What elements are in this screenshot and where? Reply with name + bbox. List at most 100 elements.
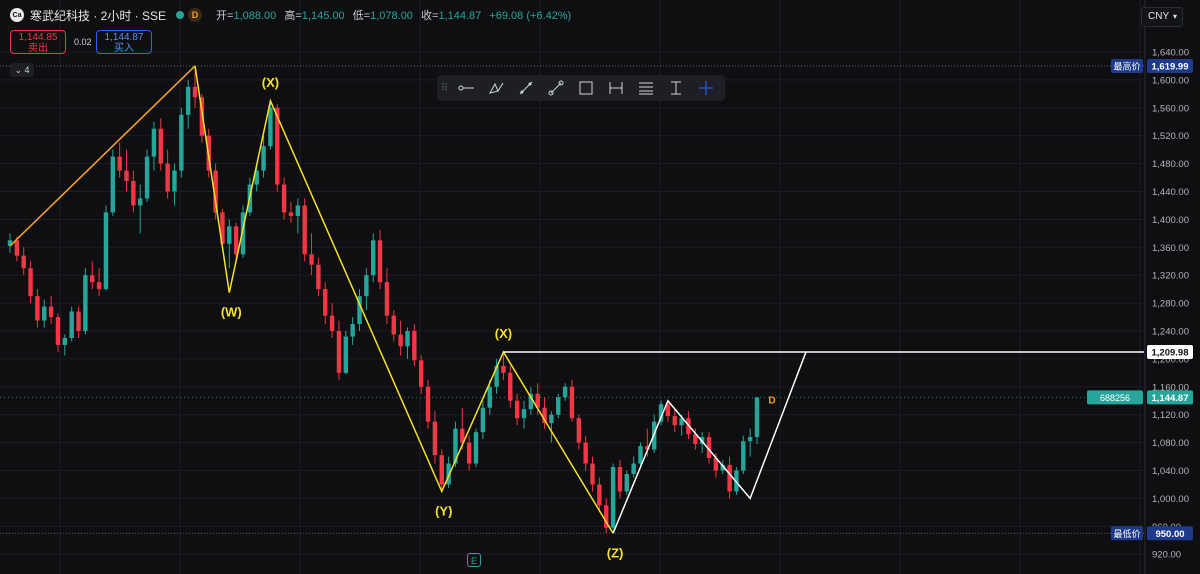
candle-body xyxy=(179,114,184,171)
trend-line-icon[interactable] xyxy=(511,75,541,101)
candle-body xyxy=(110,156,115,213)
ohlc-readout: 开=1,088.00 高=1,145.00 低=1,078.00 收=1,144… xyxy=(216,7,576,23)
candle-body xyxy=(295,205,301,216)
y-tick-label: 920.00 xyxy=(1152,550,1181,561)
candle-body xyxy=(521,409,527,419)
change-value: +69.08 (+6.42%) xyxy=(489,10,572,22)
candle-body xyxy=(48,306,54,318)
candle-body xyxy=(727,464,732,492)
wave-label: (X) xyxy=(495,326,512,341)
candle-body xyxy=(638,446,643,464)
candle-body xyxy=(103,212,109,290)
wave-label: (Y) xyxy=(435,503,452,518)
data-badge[interactable]: D xyxy=(188,8,203,22)
candle-body xyxy=(487,386,492,408)
candle-body xyxy=(364,275,369,297)
fib-retracement-icon[interactable] xyxy=(631,75,661,101)
price-range-icon[interactable] xyxy=(661,75,691,101)
candle-body xyxy=(90,275,95,283)
chevron-down-icon: ▾ xyxy=(1172,12,1177,21)
candle-body xyxy=(158,128,163,164)
rectangle-icon[interactable] xyxy=(571,75,601,101)
candle-body xyxy=(35,296,40,321)
y-tick-label: 1,600.00 xyxy=(1152,75,1189,86)
buy-button[interactable]: 1,144.87 买入 xyxy=(96,30,152,54)
candle-body xyxy=(412,331,417,361)
candle-body xyxy=(405,331,410,347)
y-tick-label: 1,480.00 xyxy=(1152,159,1189,170)
candle-body xyxy=(138,198,143,206)
open-label: 开= xyxy=(216,10,234,22)
brush-icon[interactable] xyxy=(481,75,511,101)
high-value: 1,145.00 xyxy=(301,10,345,22)
candle-body xyxy=(754,397,760,438)
candle-body xyxy=(631,463,636,474)
y-tick-label: 1,560.00 xyxy=(1152,103,1189,114)
candle-body xyxy=(439,455,444,485)
candle-body xyxy=(569,386,575,419)
candle-body xyxy=(227,226,232,244)
candle-body xyxy=(597,484,602,506)
drag-handle-icon[interactable]: ⠿ xyxy=(437,75,451,101)
candle-body xyxy=(508,372,513,401)
candle-body xyxy=(576,418,582,443)
open-value: 1,088.00 xyxy=(233,10,277,22)
candle-body xyxy=(124,170,129,182)
candle-body xyxy=(741,441,746,471)
candle-body xyxy=(617,467,623,492)
buy-price: 1,144.87 xyxy=(104,32,144,43)
candle-body xyxy=(96,282,102,290)
candle-body xyxy=(747,437,753,442)
earnings-marker[interactable]: E xyxy=(467,553,481,567)
symbol-logo[interactable]: Ca xyxy=(10,8,24,22)
y-tick-label: 1,320.00 xyxy=(1152,271,1189,282)
indicator-collapse-button[interactable]: ⌄ 4 xyxy=(10,63,34,77)
y-tick-label: 1,440.00 xyxy=(1152,187,1189,198)
price-tag-value: 1,144.87 xyxy=(1152,393,1189,404)
candle-body xyxy=(583,442,588,464)
candle-body xyxy=(83,275,88,331)
candle-body xyxy=(610,467,616,528)
price-tag-value: 1,619.99 xyxy=(1152,61,1189,72)
candle-body xyxy=(165,163,170,192)
close-value: 1,144.87 xyxy=(438,10,482,22)
y-tick-label: 1,520.00 xyxy=(1152,131,1189,142)
date-range-icon[interactable] xyxy=(601,75,631,101)
buy-label: 买入 xyxy=(114,43,134,54)
price-tag-value: 1,209.98 xyxy=(1152,347,1189,358)
candle-body xyxy=(466,442,472,464)
price-tag-value: 950.00 xyxy=(1155,529,1184,540)
candle-body xyxy=(590,463,595,485)
high-label: 高= xyxy=(284,10,302,22)
sell-button[interactable]: 1,144.85 卖出 xyxy=(10,30,66,54)
sell-label: 卖出 xyxy=(28,43,48,54)
sell-price: 1,144.85 xyxy=(18,32,58,43)
segment-icon[interactable] xyxy=(541,75,571,101)
candle-body xyxy=(42,306,47,321)
spread-value: 0.02 xyxy=(74,37,92,47)
y-tick-label: 1,400.00 xyxy=(1152,215,1189,226)
candle-body xyxy=(76,311,81,331)
symbol-title[interactable]: 寒武纪科技 · 2小时 · SSE xyxy=(30,7,166,24)
candle-body xyxy=(268,107,273,147)
crosshair-icon[interactable] xyxy=(691,75,721,101)
candle-body xyxy=(281,184,287,213)
wave-label: (Z) xyxy=(607,545,624,560)
candle-body xyxy=(624,473,629,492)
candle-body xyxy=(55,317,61,345)
low-value: 1,078.00 xyxy=(370,10,413,22)
candle-body xyxy=(28,268,33,297)
candle-body xyxy=(192,86,198,98)
candle-body xyxy=(377,240,383,283)
candle-body xyxy=(261,146,266,171)
y-tick-label: 1,360.00 xyxy=(1152,243,1189,254)
candle-body xyxy=(131,181,136,206)
candle-body xyxy=(69,311,74,338)
candle-body xyxy=(556,397,561,415)
y-tick-label: 1,040.00 xyxy=(1152,466,1189,477)
candle-body xyxy=(14,240,20,256)
horizontal-ray-icon[interactable] xyxy=(451,75,481,101)
currency-select[interactable]: CNY ▾ xyxy=(1141,7,1183,27)
price-tag-label: 688256 xyxy=(1100,393,1130,403)
market-status-icon xyxy=(176,11,185,19)
